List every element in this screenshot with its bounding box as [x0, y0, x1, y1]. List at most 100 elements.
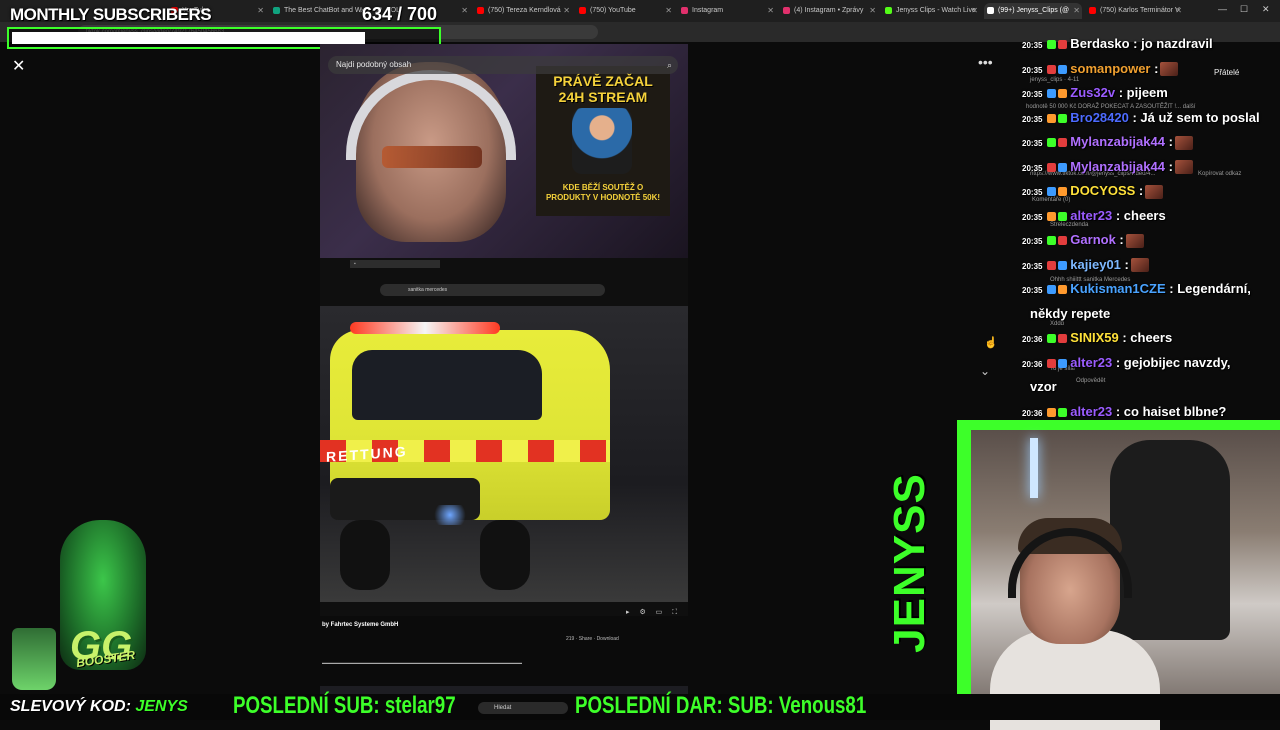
chat-username[interactable]: somanpower — [1067, 61, 1150, 76]
chat-username[interactable]: kajiey01 — [1067, 257, 1121, 272]
chat-text: : — [1120, 256, 1129, 272]
maximize-icon[interactable]: ☐ — [1240, 4, 1248, 15]
captured-search-bar: sanitka mercedes — [380, 284, 605, 296]
chat-time: 20:35 — [1022, 139, 1045, 148]
chat-username[interactable]: DOCYOSS — [1067, 183, 1135, 198]
tab-close-icon[interactable]: ✕ — [257, 3, 264, 19]
more-options-icon[interactable]: ••• — [978, 54, 993, 70]
browser-tab[interactable]: The Best ChatBot and W ✕ — [270, 3, 368, 19]
tab-close-icon[interactable]: ✕ — [971, 3, 978, 19]
chat-badge-icon — [1057, 407, 1067, 417]
chat-badge-icon — [1046, 334, 1056, 344]
promo-title: PRÁVĚ ZAČAL 24H STREAM — [553, 73, 653, 105]
wheel-right — [480, 520, 530, 590]
browser-tab[interactable]: (750) YouTube ✕ — [576, 3, 674, 19]
chat-text: : co haiset blbne? — [1112, 403, 1227, 419]
chat-time: 20:35 — [1022, 261, 1045, 271]
chat-emote-icon — [1174, 160, 1193, 175]
tab-label: (4) Instagram • Zprávy — [794, 7, 864, 14]
chat-badge-icon — [1057, 236, 1067, 246]
chat-time: 20:35 — [1022, 163, 1045, 173]
windows-search-bar[interactable]: Hledat — [478, 702, 568, 714]
browser-tab[interactable]: (4) Instagram • Zprávy ✕ — [780, 3, 878, 19]
chat-message: 20:36 alter23 : co haiset blbne? — [1022, 404, 1280, 421]
chat-badge-icon — [1046, 285, 1056, 295]
tab-close-icon[interactable]: ✕ — [869, 3, 876, 19]
tab-close-icon[interactable]: ✕ — [665, 3, 672, 19]
jenyss-logo-text: JENYSS — [884, 473, 934, 653]
chat-username[interactable]: Mylanzabijak44 — [1067, 159, 1165, 174]
chat-badge-icon — [1057, 64, 1067, 74]
stream-chat: 20:35 Berdasko : jo nazdravil 20:35 soman… — [1022, 36, 1280, 420]
tab-favicon-icon — [1089, 7, 1096, 14]
chat-text: : Já už sem to poslal — [1128, 109, 1260, 125]
chat-message: 20:35 Mylanzabijak44 : — [1022, 159, 1280, 176]
chat-text: : gejobijec navzdy, — [1112, 354, 1231, 370]
minimize-icon[interactable]: — — [1218, 4, 1227, 14]
tab-close-icon[interactable]: ✕ — [1175, 3, 1182, 19]
chat-badge-icon — [1057, 138, 1067, 148]
chat-time: 20:35 — [1022, 212, 1045, 222]
chat-message: 20:35 Zus32v : pijeem — [1022, 85, 1280, 102]
chat-badge-icon — [1046, 211, 1056, 221]
chat-username[interactable]: Bro28420 — [1067, 110, 1129, 125]
chat-emote-icon — [1145, 184, 1164, 199]
chat-username[interactable]: Berdasko — [1067, 36, 1129, 51]
chat-username[interactable]: SINIX59 — [1067, 330, 1118, 345]
browser-tab[interactable]: (750) Tereza Kerndlová ✕ — [474, 3, 572, 19]
search-similar-label: Najdi podobný obsah — [336, 60, 412, 69]
chat-username[interactable]: alter23 — [1067, 404, 1112, 419]
last-donation: POSLEDNÍ DAR: SUB: Venous81 — [575, 692, 867, 719]
browser-tab[interactable]: Instagram ✕ — [678, 3, 776, 19]
chevron-down-icon[interactable]: ⌄ — [980, 364, 990, 378]
chat-time: 20:36 — [1022, 408, 1045, 418]
discount-label: SLEVOVÝ KOD: — [10, 698, 136, 715]
tab-close-icon[interactable]: ✕ — [461, 3, 468, 19]
chat-text: : — [1115, 232, 1124, 247]
chat-text: : cheers — [1112, 207, 1166, 223]
chat-username[interactable]: Garnok — [1067, 232, 1116, 247]
chat-badge-icon — [1046, 113, 1056, 123]
chat-badge-icon — [1057, 285, 1067, 295]
browser-tab[interactable]: (99+) Jenyss_Clips (@ ✕ — [984, 3, 1082, 19]
chat-text: vzor — [1030, 379, 1057, 394]
tab-favicon-icon — [783, 7, 790, 14]
chat-message: 20:35 somanpower : — [1022, 61, 1280, 78]
tab-favicon-icon — [273, 7, 280, 14]
tab-label: The Best ChatBot and W — [284, 7, 362, 14]
search-icon[interactable]: ⌕ — [667, 56, 672, 74]
chat-badge-icon — [1046, 236, 1056, 246]
tab-close-icon[interactable]: ✕ — [563, 3, 570, 19]
browser-tab[interactable]: Jenyss Clips - Watch Live ✕ — [882, 3, 980, 19]
chat-badge-icon — [1046, 162, 1056, 172]
chat-badge-icon — [1057, 40, 1067, 50]
chat-username[interactable]: alter23 — [1067, 355, 1112, 370]
chat-username[interactable]: Mylanzabijak44 — [1067, 134, 1165, 149]
tab-close-icon[interactable]: ✕ — [1073, 3, 1080, 19]
chat-emote-icon — [1174, 135, 1193, 150]
video-actions[interactable]: 219 · Share · Download — [566, 636, 619, 642]
jenyss-logo: JENYSS — [885, 438, 964, 688]
tab-label: (750) Tereza Kerndlová — [488, 7, 561, 14]
window-close-icon[interactable]: ✕ — [1262, 4, 1270, 15]
chat-username[interactable]: Zus32v — [1067, 85, 1115, 100]
chat-username[interactable]: Kukisman1CZE — [1067, 281, 1165, 296]
chat-badge-icon — [1057, 260, 1067, 270]
chat-message: 20:35 Mylanzabijak44 : — [1022, 134, 1280, 151]
chat-time: 20:35 — [1022, 188, 1045, 197]
promo-figure — [572, 108, 632, 174]
chat-username[interactable]: alter23 — [1067, 208, 1112, 223]
search-similar-bar[interactable]: Najdi podobný obsah ⌕ — [328, 56, 678, 74]
chat-time: 20:36 — [1022, 335, 1045, 344]
close-icon[interactable]: ✕ — [12, 56, 25, 76]
tab-favicon-icon — [579, 7, 586, 14]
ambulance-windshield — [352, 350, 542, 420]
chat-text: : jo nazdravil — [1129, 36, 1213, 51]
browser-tab[interactable]: (750) Karlos Terminátor V ✕ — [1086, 3, 1184, 19]
tab-label: Instagram — [692, 7, 724, 14]
chat-time: 20:35 — [1022, 114, 1045, 124]
video-controls[interactable]: ▸ ⚙ ▭ ⛶ — [626, 608, 681, 617]
tab-close-icon[interactable]: ✕ — [767, 3, 774, 19]
gaming-chair — [1110, 440, 1230, 640]
chat-text: : — [1135, 183, 1144, 198]
